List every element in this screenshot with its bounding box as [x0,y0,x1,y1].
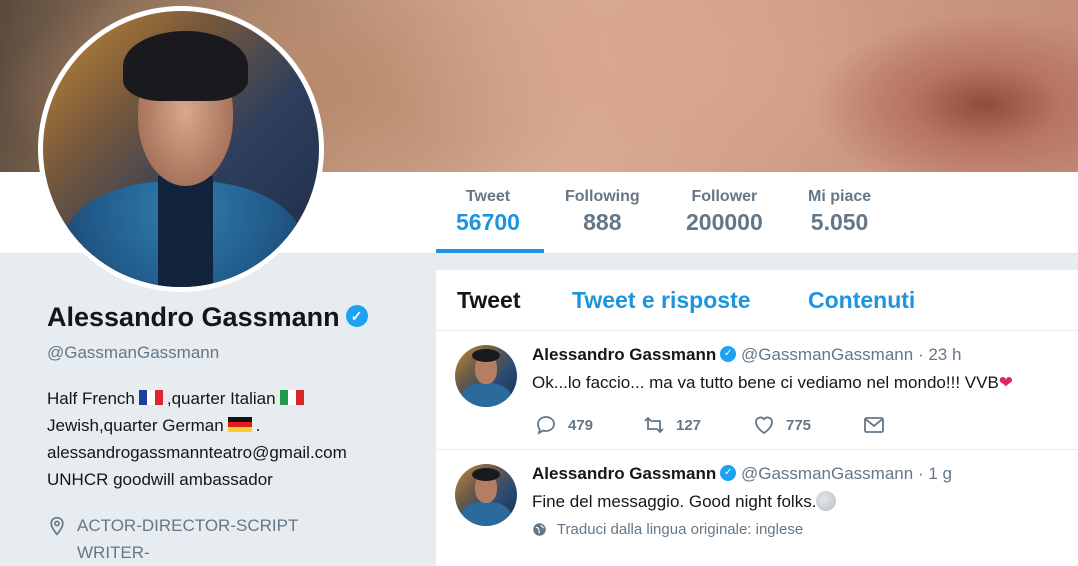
reply-button[interactable]: 479 [534,411,593,439]
envelope-icon [864,417,884,433]
reply-icon [537,416,555,435]
timeline-tabs: Tweet Tweet e risposte Contenuti [436,270,1078,331]
tweet-text-content: Ok...lo faccio... ma va tutto bene ci ve… [532,373,999,392]
stat-label: Tweet [465,188,511,205]
reply-count: 479 [568,416,594,434]
profile-name-text: Alessandro Gassmann [47,302,340,332]
tweet-text-content: Fine del messaggio. Good night folks. [532,492,817,511]
stat-label: Mi piace [808,188,872,205]
heart-icon [755,416,773,435]
tab-media[interactable]: Contenuti [808,287,915,314]
germany-flag-icon [227,417,252,433]
stat-value: 200000 [686,209,763,235]
profile-name[interactable]: Alessandro Gassmann ✓ [47,302,368,333]
bio-line: Half French ,quarter Italian [47,385,407,412]
bio-email: alessandrogassmannteatro@gmail.com [47,443,347,462]
stat-label: Following [565,188,640,205]
moon-emoji-icon [816,490,837,511]
direct-message-button[interactable] [862,411,896,439]
tweet-text: Ok...lo faccio... ma va tutto bene ci ve… [532,373,1013,393]
translate-text: Traduci dalla lingua originale: inglese [556,521,804,538]
tweet-author-handle[interactable]: @GassmanGassmann [741,345,913,364]
tweet-author-name[interactable]: Alessandro Gassmann [532,464,716,483]
stat-value: 888 [583,209,622,235]
bio-line: Jewish,quarter German. [47,412,407,439]
tweet-item[interactable]: Alessandro Gassmann ✓ @GassmanGassmann · … [436,331,1078,450]
stat-value: 5.050 [810,209,869,235]
avatar-photo [43,11,319,287]
location-text: ACTOR-DIRECTOR-SCRIPT WRITER- [77,516,299,562]
tweet-timestamp[interactable]: 23 h [928,345,961,364]
tweet-avatar[interactable] [455,464,517,526]
profile-location: ACTOR-DIRECTOR-SCRIPT WRITER- [47,512,357,566]
timeline: Tweet Tweet e risposte Contenuti Alessan… [436,270,1078,566]
stat-label: Follower [691,188,758,205]
tweet-author-name[interactable]: Alessandro Gassmann [532,345,716,364]
tweet-timestamp[interactable]: 1 g [928,464,952,483]
tab-tweet-replies[interactable]: Tweet e risposte [572,287,751,314]
globe-icon [533,522,546,536]
profile-bio: Half French ,quarter Italian Jewish,quart… [47,385,407,493]
bio-line: UNHCR goodwill ambassador [47,470,273,489]
bio-text: Half French [47,389,135,408]
tweet-avatar[interactable] [455,345,517,407]
active-stat-indicator [436,249,544,253]
translate-link[interactable]: Traduci dalla lingua originale: inglese [532,521,803,538]
retweet-button[interactable]: 127 [642,411,701,439]
tweet-item[interactable]: Alessandro Gassmann ✓ @GassmanGassmann · … [436,450,1078,566]
france-flag-icon [138,390,163,406]
retweet-icon [644,416,664,434]
retweet-count: 127 [676,416,702,434]
heart-emoji-icon: ❤ [998,373,1014,392]
profile-avatar[interactable] [38,6,324,292]
bio-text: ,quarter Italian [166,389,276,408]
tweet-separator: · [917,464,924,483]
verified-badge-icon: ✓ [345,304,368,327]
stat-following[interactable]: Following 888 [565,188,640,236]
italy-flag-icon [279,390,304,406]
tweet-header: Alessandro Gassmann ✓ @GassmanGassmann · … [532,464,952,484]
profile-handle[interactable]: @GassmanGassmann [47,343,219,363]
bio-text: . [255,416,261,435]
tweet-separator: · [917,345,924,364]
stat-tweets[interactable]: Tweet 56700 [456,188,520,236]
like-button[interactable]: 775 [752,411,811,439]
verified-badge-icon: ✓ [720,345,737,362]
stat-likes[interactable]: Mi piace 5.050 [808,188,871,236]
bio-text: Jewish,quarter German [47,416,224,435]
like-count: 775 [786,416,812,434]
stat-value: 56700 [456,209,520,235]
stat-followers[interactable]: Follower 200000 [686,188,763,236]
tweet-author-handle[interactable]: @GassmanGassmann [741,464,913,483]
verified-badge-icon: ✓ [720,464,737,481]
tab-tweet[interactable]: Tweet [457,287,520,314]
tweet-header: Alessandro Gassmann ✓ @GassmanGassmann · … [532,345,961,365]
location-pin-icon [50,516,64,536]
tweet-text: Fine del messaggio. Good night folks. [532,490,837,513]
